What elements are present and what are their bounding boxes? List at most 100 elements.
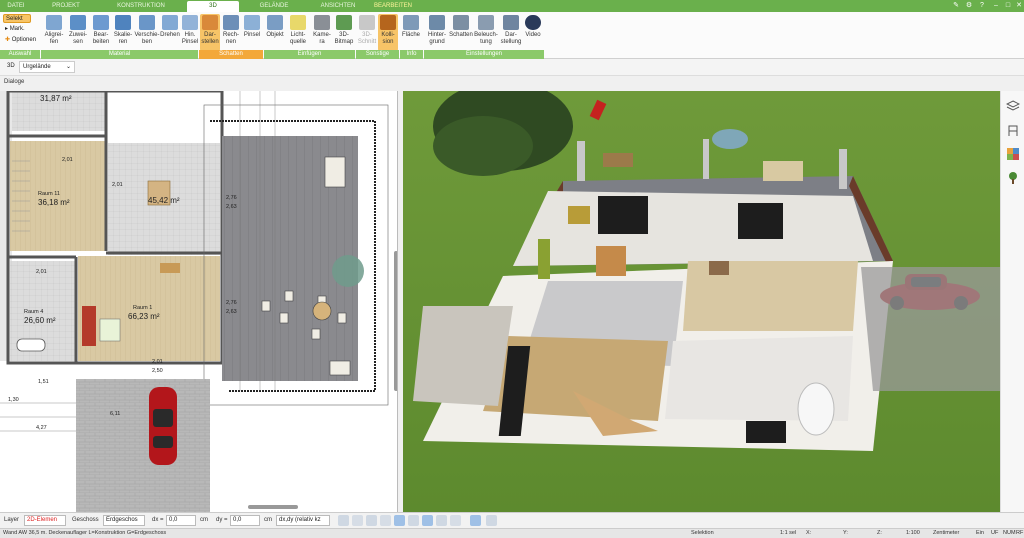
help-icon[interactable]: ? — [977, 1, 987, 11]
dx-value: 0,0 — [169, 517, 178, 523]
tab-konstruktion[interactable]: KONSTRUKTION — [111, 1, 171, 12]
tab-gelaende[interactable]: GELÄNDE — [256, 1, 292, 12]
edit-material-icon — [93, 15, 109, 30]
room-name-4: Raum 1 — [133, 305, 152, 311]
maximize-icon[interactable]: □ — [1003, 1, 1013, 11]
pin-icon[interactable]: ✎ — [951, 1, 961, 11]
einfuegen-lichtquelle-button[interactable]: Licht-quelle — [287, 14, 309, 51]
line-icon[interactable] — [408, 515, 419, 526]
terrain-select-value: Urgelände — [23, 64, 51, 70]
dy-input[interactable]: 0,0 — [230, 515, 260, 526]
grid-icon[interactable] — [352, 515, 363, 526]
dim-2: 2,01 — [36, 269, 47, 275]
selekt-button[interactable]: Selekt — [3, 14, 31, 23]
material-aligreifen-button[interactable]: Aligrei-fen — [42, 14, 66, 51]
einst-label-1: Schatten — [449, 32, 473, 38]
sonstige-3dschnitt-button[interactable]: 3D-Schnitt — [356, 14, 378, 51]
einfuegen-3dbitmap-button[interactable]: 3D-Bitmap — [333, 14, 355, 51]
dx-unit: cm — [200, 517, 208, 523]
shadow-brush-icon — [244, 15, 260, 30]
layer-select[interactable]: 2D-Elemen — [24, 515, 66, 526]
room-area-0: 31,87 m² — [40, 94, 72, 103]
material-label-3: Skalie-ren — [113, 32, 133, 45]
floor-plan-view[interactable]: 31,87 m² Raum 11 36,18 m² 45,42 m² Raum … — [0, 91, 398, 512]
settings-icon[interactable]: ⚙ — [964, 1, 974, 11]
measure-icon[interactable] — [380, 515, 391, 526]
group-material: Material — [41, 50, 198, 59]
einst-video-button[interactable]: Video — [523, 14, 543, 51]
material-verschieben-button[interactable]: Verschie-ben — [134, 14, 160, 51]
material-palette-icon[interactable] — [1006, 147, 1020, 161]
einfuegen-label-3: 3D-Bitmap — [334, 32, 354, 45]
angle-icon[interactable] — [394, 515, 405, 526]
dim-7: 2,01 — [152, 359, 163, 365]
einst-label-2: Beleuch-tung — [474, 32, 498, 45]
material-drehen-button[interactable]: Drehen — [160, 14, 180, 51]
clock-icon[interactable] — [338, 515, 349, 526]
3d-viewport[interactable] — [403, 91, 1000, 512]
plus-icon: ✚ — [5, 37, 11, 43]
tab-bearbeiten[interactable]: BEARBEITEN — [371, 1, 415, 12]
material-bearbeiten-button[interactable]: Bear-beiten — [90, 14, 112, 51]
tab-datei[interactable]: DATEI — [4, 1, 28, 12]
snap-icon[interactable] — [366, 515, 377, 526]
schatten-pinsel-button[interactable]: Pinsel — [242, 14, 262, 51]
mark-button[interactable]: ▸ Mark. — [3, 25, 37, 34]
dx-input[interactable]: 0,0 — [166, 515, 196, 526]
floor-plan-drawing: 31,87 m² Raum 11 36,18 m² 45,42 m² Raum … — [0, 91, 397, 512]
material-hinpinsel-button[interactable]: Hin. Pinsel — [180, 14, 200, 51]
coord-mode-select[interactable]: dx,dy (relativ kz — [276, 515, 330, 526]
dy-label: dy = — [216, 517, 228, 523]
tab-ansichten[interactable]: ANSICHTEN — [318, 1, 358, 12]
layers-icon[interactable] — [1005, 99, 1021, 113]
einst-schatten-button[interactable]: Schatten — [449, 14, 473, 51]
right-tool-panel — [1000, 91, 1024, 512]
optionen-button[interactable]: ✚ Optionen — [3, 36, 41, 45]
view-selector-bar: 3D Urgelände ⌄ — [0, 59, 1024, 76]
dim-1: 2,01 — [112, 182, 123, 188]
dim-10: 1,30 — [8, 397, 19, 403]
tab-3d[interactable]: 3D — [187, 1, 239, 12]
einfuegen-kamera-button[interactable]: Kame-ra — [311, 14, 333, 51]
einst-darstellung-button[interactable]: Dar-stellung — [499, 14, 523, 51]
ortho-icon[interactable] — [422, 515, 433, 526]
room-area-2: 45,42 m² — [148, 196, 180, 205]
group-schatten: Schatten — [199, 50, 263, 59]
material-skalieren-button[interactable]: Skalie-ren — [112, 14, 134, 51]
record-icon[interactable] — [470, 515, 481, 526]
tab-projekt[interactable]: PROJEKT — [46, 1, 86, 12]
layer-select-value: 2D-Elemen — [27, 517, 58, 523]
sonstige-kollision-button[interactable]: Kolli-sion — [378, 14, 398, 51]
sonstige-label-0: 3D-Schnitt — [357, 32, 377, 45]
terrain-select[interactable]: Urgelände ⌄ — [19, 61, 75, 73]
status-bar: Wand AW 36,5 m. Deckenauflager L=Konstru… — [0, 528, 1024, 538]
shadow-display-icon — [202, 15, 218, 30]
einfuegen-objekt-button[interactable]: Objekt — [265, 14, 285, 51]
minimize-icon[interactable]: – — [991, 1, 1001, 11]
fill-icon[interactable] — [486, 515, 497, 526]
plant-icon[interactable] — [1006, 171, 1020, 185]
group-sonstige: Sonstige — [356, 50, 399, 59]
monitor-icon — [503, 15, 519, 30]
dialog-label[interactable]: Dialoge — [4, 79, 24, 85]
material-zuweisen-button[interactable]: Zuwei-sen — [66, 14, 90, 51]
schatten-rechnen-button[interactable]: Rech-nen — [221, 14, 241, 51]
text-icon[interactable] — [450, 515, 461, 526]
status-ein: Ein — [976, 530, 984, 536]
info-flaeche-button[interactable]: Fläche — [401, 14, 421, 51]
dy-unit: cm — [264, 517, 272, 523]
einst-hintergrund-button[interactable]: Hinter-grund — [425, 14, 449, 51]
geschoss-select[interactable]: Erdgeschos — [103, 515, 145, 526]
mark-label: Mark. — [9, 26, 25, 32]
car-topview — [149, 387, 177, 465]
chair-icon[interactable] — [1006, 123, 1020, 137]
material-label-5: Drehen — [160, 32, 180, 38]
einst-beleuchtung-button[interactable]: Beleuch-tung — [473, 14, 499, 51]
status-scale: 1:100 — [906, 530, 920, 536]
dim-4: 2,63 — [226, 204, 237, 210]
schatten-darstellen-button[interactable]: Dar-stellen — [200, 14, 220, 51]
close-icon[interactable]: ✕ — [1014, 1, 1024, 11]
dim-8: 2,50 — [152, 368, 163, 374]
layer-icon[interactable] — [436, 515, 447, 526]
status-rf: RF — [1016, 530, 1024, 536]
